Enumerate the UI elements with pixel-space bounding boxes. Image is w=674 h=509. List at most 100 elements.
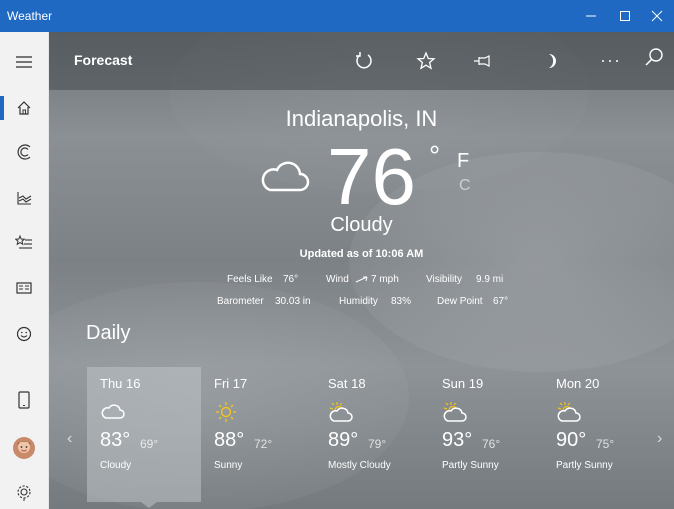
- smiley-icon: [16, 326, 32, 342]
- close-icon: [651, 10, 663, 22]
- day-name: Fri 17: [214, 376, 248, 391]
- more-icon: [602, 60, 618, 62]
- sidebar: [0, 32, 49, 509]
- refresh-icon: [356, 52, 372, 69]
- sidebar-item-settings[interactable]: [0, 472, 48, 509]
- day-name: Sat 18: [328, 376, 366, 391]
- favorite-star-icon: [416, 51, 436, 70]
- day-card[interactable]: Sat 18 89° 79° Mostly Cloudy: [315, 367, 429, 502]
- dew-point-value: 67°: [493, 296, 509, 307]
- day-condition: Sunny: [214, 460, 243, 471]
- page-title: Forecast: [74, 52, 133, 68]
- cloud-icon: [101, 404, 125, 419]
- day-card[interactable]: Mon 20 90° 75° Partly Sunny: [543, 367, 657, 502]
- unit-fahrenheit[interactable]: F: [457, 150, 469, 173]
- day-low: 72°: [254, 437, 273, 451]
- day-high: 89°: [328, 429, 359, 451]
- favorite-button[interactable]: [411, 46, 441, 76]
- app-title: Weather: [7, 9, 53, 23]
- day-condition: Cloudy: [100, 460, 132, 471]
- day-low: 76°: [482, 437, 501, 451]
- sun-icon: [216, 402, 236, 422]
- title-bar: Weather: [0, 0, 674, 32]
- sidebar-item-historical-weather[interactable]: [0, 178, 48, 218]
- unit-celsius[interactable]: C: [459, 177, 471, 195]
- radar-icon: [17, 144, 31, 160]
- sidebar-item-news[interactable]: [0, 268, 48, 308]
- visibility-label: Visibility: [426, 274, 462, 285]
- current-temperature: 76: [327, 132, 416, 221]
- day-high: 83°: [100, 429, 131, 451]
- day-low: 69°: [140, 437, 159, 451]
- sidebar-item-account[interactable]: [0, 428, 48, 468]
- location-name: Indianapolis, IN: [285, 106, 438, 131]
- sidebar-item-feedback[interactable]: [0, 314, 48, 354]
- day-card[interactable]: Sun 19 93° 76° Partly Sunny: [429, 367, 543, 502]
- day-high: 88°: [214, 429, 245, 451]
- wind-value: 7 mph: [371, 274, 399, 285]
- close-button[interactable]: [640, 0, 674, 32]
- degree-symbol: °: [429, 140, 441, 171]
- dew-point-label: Dew Point: [437, 296, 483, 307]
- home-icon: [17, 101, 31, 115]
- day-high: 90°: [556, 429, 587, 451]
- sidebar-item-device[interactable]: [0, 380, 48, 420]
- refresh-button[interactable]: [349, 46, 379, 76]
- cloud-icon: [261, 161, 310, 192]
- day-low: 75°: [596, 437, 615, 451]
- pin-button[interactable]: [469, 46, 499, 76]
- day-low: 79°: [368, 437, 387, 451]
- wind-direction-icon: [355, 276, 368, 283]
- star-list-icon: [15, 234, 32, 249]
- forecast-panel: Forecast Indianapolis, IN 76 ° F C Cloud…: [49, 32, 674, 509]
- partly-sunny-icon: [329, 402, 353, 422]
- gear-icon: [17, 485, 31, 501]
- partly-sunny-icon: [443, 402, 467, 422]
- maximize-button[interactable]: [608, 0, 642, 32]
- theme-button[interactable]: [537, 46, 567, 76]
- sidebar-item-maps[interactable]: [0, 132, 48, 172]
- day-condition: Partly Sunny: [556, 460, 613, 471]
- selected-day-indicator: [141, 502, 157, 508]
- day-name: Mon 20: [556, 376, 600, 391]
- day-name: Thu 16: [100, 376, 141, 391]
- day-condition: Mostly Cloudy: [328, 460, 391, 471]
- day-high: 93°: [442, 429, 473, 451]
- wind-label: Wind: [326, 274, 349, 285]
- search-button[interactable]: [639, 42, 669, 72]
- day-card[interactable]: Thu 16 83° 69° Cloudy: [87, 367, 201, 502]
- command-bar: Forecast: [49, 32, 674, 90]
- chart-icon: [17, 192, 32, 205]
- barometer-label: Barometer: [217, 296, 264, 307]
- maximize-icon: [620, 11, 630, 21]
- moon-icon: [549, 54, 556, 68]
- news-icon: [16, 282, 32, 294]
- partly-sunny-icon: [557, 402, 581, 422]
- sidebar-item-places[interactable]: [0, 222, 48, 262]
- hamburger-menu-button[interactable]: [0, 42, 48, 82]
- feels-like-label: Feels Like: [227, 274, 273, 285]
- humidity-value: 83%: [391, 296, 412, 307]
- phone-icon: [18, 391, 30, 409]
- day-card[interactable]: Fri 17 88° 72° Sunny: [201, 367, 315, 502]
- sidebar-item-forecast[interactable]: [0, 88, 48, 128]
- visibility-value: 9.9 mi: [476, 274, 504, 285]
- daily-next-arrow[interactable]: ›: [657, 430, 662, 448]
- pin-icon: [474, 55, 490, 67]
- search-icon: [645, 48, 663, 66]
- more-button[interactable]: [595, 46, 625, 76]
- avatar: [13, 437, 35, 459]
- feels-like-value: 76°: [283, 274, 299, 285]
- daily-heading: Daily: [86, 322, 131, 344]
- humidity-label: Humidity: [339, 296, 378, 307]
- minimize-button[interactable]: [574, 0, 608, 32]
- current-condition: Cloudy: [330, 214, 393, 236]
- daily-prev-arrow[interactable]: ‹: [67, 430, 72, 448]
- day-condition: Partly Sunny: [442, 460, 499, 471]
- minimize-icon: [586, 15, 596, 17]
- day-name: Sun 19: [442, 376, 484, 391]
- barometer-value: 30.03 in: [275, 296, 311, 307]
- weather-window: Weather Forecast Indianapolis, IN 76 ° F…: [0, 0, 674, 509]
- hamburger-icon: [16, 56, 32, 68]
- updated-time: Updated as of 10:06 AM: [299, 248, 424, 260]
